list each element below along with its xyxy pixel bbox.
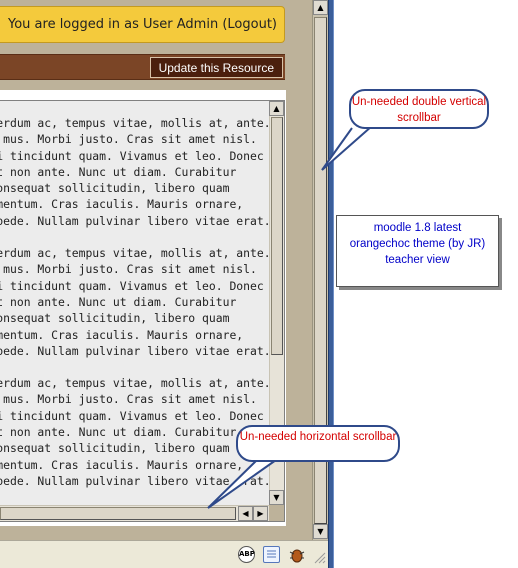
horizontal-scrollbar-callout: Un-needed horizontal scrollbar bbox=[236, 425, 400, 462]
page-icon[interactable] bbox=[263, 546, 280, 563]
text-line: ac pede. Nullam pulvinar libero vitae er… bbox=[0, 473, 269, 488]
text-line: orci tincidunt quam. Vivamus et leo. Don… bbox=[0, 278, 264, 293]
text-paragraph: interdum ac, tempus vitae, mollis at, an… bbox=[0, 245, 269, 359]
text-line: lus mus. Morbi justo. Cras sit amet nisl… bbox=[3, 262, 257, 277]
abp-icon[interactable]: ABP bbox=[238, 546, 255, 563]
bug-icon-glyph bbox=[289, 549, 305, 563]
screenshot-stage: You are logged in as User Admin (Logout)… bbox=[0, 0, 518, 568]
inner-scroll-down-button[interactable]: ▼ bbox=[269, 490, 284, 505]
window-scroll-down-button[interactable]: ▼ bbox=[313, 524, 328, 539]
window-frame-border bbox=[328, 0, 334, 568]
text-line: ac pede. Nullam pulvinar libero vitae er… bbox=[0, 343, 269, 358]
browser-status-bar: ABP bbox=[0, 540, 328, 568]
text-line: elit non ante. Nunc ut diam. Curabitur bbox=[0, 425, 237, 440]
resource-toolbar: Update this Resource bbox=[0, 54, 285, 80]
text-line: elit non ante. Nunc ut diam. Curabitur bbox=[0, 164, 237, 179]
text-line: n consequat sollicitudin, libero quam bbox=[0, 441, 230, 456]
resize-grip-icon[interactable] bbox=[312, 549, 326, 564]
resize-grip-glyph bbox=[314, 552, 326, 564]
text-line: n consequat sollicitudin, libero quam bbox=[0, 181, 230, 196]
text-paragraphs: interdum ac, tempus vitae, mollis at, an… bbox=[0, 115, 269, 505]
inner-horizontal-scrollbar[interactable]: ◀ ▶ bbox=[0, 505, 269, 521]
text-line: elit non ante. Nunc ut diam. Curabitur bbox=[0, 294, 237, 309]
inner-scroll-right-button[interactable]: ▶ bbox=[253, 506, 268, 521]
text-paragraph: interdum ac, tempus vitae, mollis at, an… bbox=[0, 115, 269, 229]
text-line: interdum ac, tempus vitae, mollis at, an… bbox=[0, 116, 269, 130]
bug-icon[interactable] bbox=[288, 546, 305, 563]
inner-horizontal-scroll-thumb[interactable] bbox=[0, 507, 236, 520]
update-resource-button[interactable]: Update this Resource bbox=[149, 57, 283, 78]
text-paragraph: interdum ac, tempus vitae, mollis at, an… bbox=[0, 375, 269, 489]
inner-vertical-scroll-thumb[interactable] bbox=[271, 117, 283, 355]
login-status-text: You are logged in as User Admin (Logout) bbox=[8, 17, 277, 32]
text-line: ac pede. Nullam pulvinar libero vitae er… bbox=[0, 213, 269, 228]
resource-text-area: interdum ac, tempus vitae, mollis at, an… bbox=[0, 101, 269, 505]
info-line-1: moodle 1.8 latest bbox=[373, 222, 462, 234]
text-line: lus mus. Morbi justo. Cras sit amet nisl… bbox=[3, 132, 257, 147]
text-line: n consequat sollicitudin, libero quam bbox=[0, 311, 230, 326]
text-line: lus mus. Morbi justo. Cras sit amet nisl… bbox=[3, 392, 257, 407]
login-info-bar: You are logged in as User Admin (Logout) bbox=[0, 6, 285, 43]
info-line-2: orangechoc theme (by JR) bbox=[349, 238, 486, 250]
inner-scroll-up-button[interactable]: ▲ bbox=[269, 101, 284, 116]
double-scrollbar-callout: Un-needed double vertical scrollbar bbox=[349, 89, 489, 129]
text-line: interdum ac, tempus vitae, mollis at, an… bbox=[0, 376, 269, 391]
text-line: interdum ac, tempus vitae, mollis at, an… bbox=[0, 246, 269, 261]
theme-info-box: moodle 1.8 latest orangechoc theme (by J… bbox=[336, 215, 499, 287]
text-line: orci tincidunt quam. Vivamus et leo. Don… bbox=[0, 148, 264, 163]
text-line: orci tincidunt quam. Vivamus et leo. Don… bbox=[0, 408, 264, 423]
text-line: ndimentum. Cras iaculis. Mauris ornare, bbox=[0, 197, 244, 212]
info-line-3: teacher view bbox=[385, 254, 450, 266]
page-icon-glyph bbox=[267, 550, 276, 558]
text-line: ndimentum. Cras iaculis. Mauris ornare, bbox=[0, 327, 244, 342]
horizontal-scrollbar-note: Un-needed horizontal scrollbar bbox=[239, 431, 397, 443]
inner-scroll-corner bbox=[269, 505, 284, 521]
text-line: ndimentum. Cras iaculis. Mauris ornare, bbox=[0, 457, 244, 472]
double-scrollbar-note: Un-needed double vertical scrollbar bbox=[351, 96, 487, 124]
window-scroll-up-button[interactable]: ▲ bbox=[313, 0, 328, 15]
inner-scroll-left-button[interactable]: ◀ bbox=[238, 506, 253, 521]
